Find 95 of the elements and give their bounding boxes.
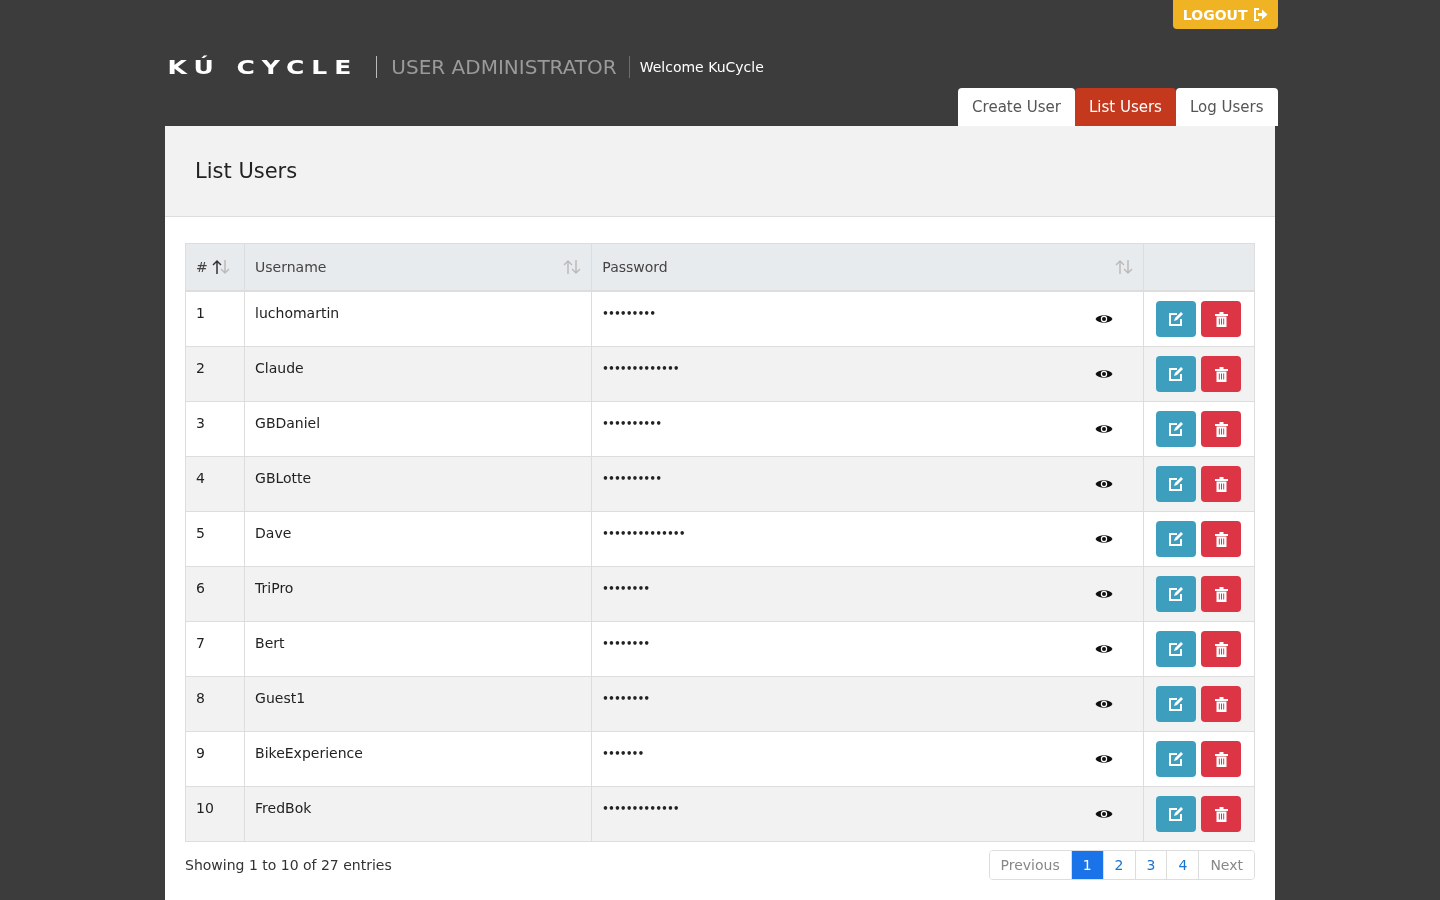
edit-button[interactable] [1156, 301, 1197, 337]
edit-icon [1168, 421, 1185, 437]
delete-button[interactable] [1201, 466, 1242, 502]
masked-password: ••••••••• [602, 307, 656, 319]
nav-tab[interactable]: Create User [958, 88, 1075, 126]
logo: KÚ CYCLE [167, 55, 359, 79]
username: Guest1 [255, 690, 306, 706]
eye-icon[interactable] [1094, 588, 1113, 600]
edit-icon [1168, 641, 1185, 657]
trash-icon [1214, 311, 1228, 327]
eye-icon[interactable] [1094, 808, 1113, 820]
nav-tab[interactable]: Log Users [1175, 88, 1278, 126]
eye-icon[interactable] [1094, 753, 1113, 765]
masked-password: •••••••••• [602, 417, 662, 429]
masked-password: ••••••••••••• [602, 362, 679, 374]
trash-icon [1214, 751, 1228, 767]
edit-button[interactable] [1156, 411, 1197, 447]
row-number: 2 [196, 360, 205, 376]
trash-icon [1214, 531, 1228, 547]
username: TriPro [255, 580, 294, 596]
edit-icon [1168, 531, 1185, 547]
row-number: 10 [196, 800, 214, 816]
sign-out-icon [1252, 8, 1268, 21]
row-number: 5 [196, 525, 205, 541]
edit-button[interactable] [1156, 521, 1197, 557]
edit-button[interactable] [1156, 686, 1197, 722]
eye-icon[interactable] [1094, 368, 1113, 380]
trash-icon [1214, 476, 1228, 492]
trash-icon [1214, 806, 1228, 822]
edit-icon [1168, 366, 1185, 382]
username: luchomartin [255, 305, 340, 321]
username: FredBok [255, 800, 312, 816]
eye-icon[interactable] [1094, 478, 1113, 490]
masked-password: •••••••• [602, 582, 650, 594]
edit-icon [1168, 806, 1185, 822]
edit-icon [1168, 311, 1185, 327]
eye-icon[interactable] [1094, 643, 1113, 655]
eye-icon[interactable] [1094, 423, 1113, 435]
entries-info: Showing 1 to 10 of 27 entries [185, 857, 392, 873]
masked-password: •••••••• [602, 637, 650, 649]
row-number: 7 [196, 635, 205, 651]
nav-tab[interactable]: List Users [1074, 88, 1176, 126]
masked-password: •••••••••••••• [602, 527, 685, 539]
username: Claude [255, 360, 304, 376]
masked-password: •••••••• [602, 692, 650, 704]
welcome-text: Welcome KuCycle [628, 56, 764, 78]
trash-icon [1214, 586, 1228, 602]
delete-button[interactable] [1201, 631, 1242, 667]
pagination-link[interactable]: Next [1198, 851, 1254, 879]
username: BikeExperience [255, 745, 363, 761]
eye-icon[interactable] [1094, 313, 1113, 325]
edit-button[interactable] [1156, 796, 1197, 832]
masked-password: •••••••••• [602, 472, 662, 484]
delete-button[interactable] [1201, 411, 1242, 447]
masked-password: ••••••••••••• [602, 802, 679, 814]
panel-title: List Users [195, 159, 298, 183]
username: GBDaniel [255, 415, 321, 431]
eye-icon[interactable] [1094, 698, 1113, 710]
row-number: 1 [196, 305, 205, 321]
edit-button[interactable] [1156, 356, 1197, 392]
app-title: USER ADMINISTRATOR [376, 56, 617, 78]
sort-icon[interactable] [211, 259, 230, 275]
username: Bert [255, 635, 285, 651]
delete-button[interactable] [1201, 576, 1242, 612]
trash-icon [1214, 366, 1228, 382]
column-header: Username [255, 259, 327, 275]
page-button[interactable]: 1 [1070, 851, 1103, 879]
row-number: 9 [196, 745, 205, 761]
delete-button[interactable] [1201, 796, 1242, 832]
edit-icon [1168, 476, 1185, 492]
column-header: Password [602, 259, 668, 275]
username: GBLotte [255, 470, 312, 486]
edit-button[interactable] [1156, 576, 1197, 612]
edit-icon [1168, 751, 1185, 767]
delete-button[interactable] [1201, 741, 1242, 777]
username: Dave [255, 525, 292, 541]
masked-password: ••••••• [602, 747, 644, 759]
column-header: # [196, 259, 208, 275]
edit-button[interactable] [1156, 631, 1197, 667]
edit-icon [1168, 696, 1185, 712]
delete-button[interactable] [1201, 301, 1242, 337]
edit-button[interactable] [1156, 466, 1197, 502]
edit-icon [1168, 586, 1185, 602]
row-number: 4 [196, 470, 205, 486]
row-number: 8 [196, 690, 205, 706]
eye-icon[interactable] [1094, 533, 1113, 545]
edit-button[interactable] [1156, 741, 1197, 777]
trash-icon [1214, 641, 1228, 657]
trash-icon [1214, 421, 1228, 437]
row-number: 6 [196, 580, 205, 596]
row-number: 3 [196, 415, 205, 431]
delete-button[interactable] [1201, 356, 1242, 392]
trash-icon [1214, 696, 1228, 712]
delete-button[interactable] [1201, 686, 1242, 722]
delete-button[interactable] [1201, 521, 1242, 557]
